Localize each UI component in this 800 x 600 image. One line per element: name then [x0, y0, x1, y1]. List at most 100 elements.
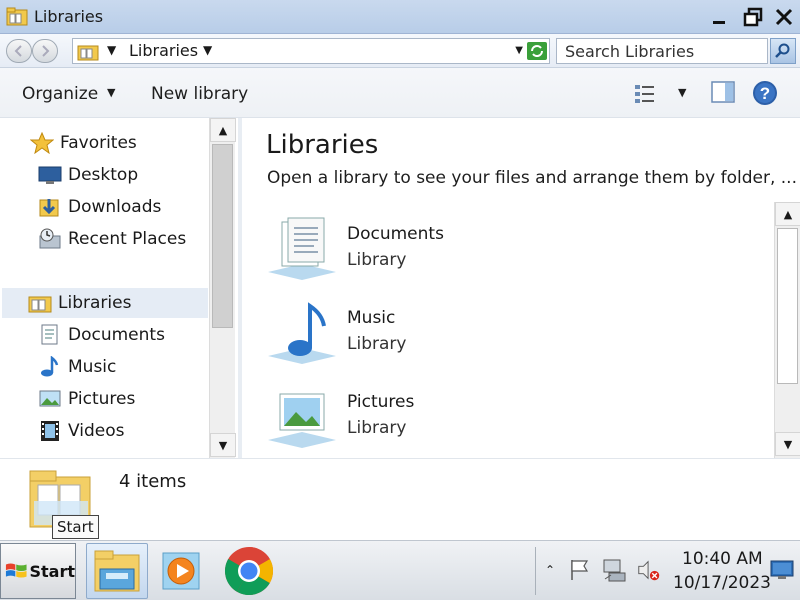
history-dropdown-icon[interactable]: ▼ [515, 45, 523, 56]
nav-item-desktop[interactable]: Desktop [38, 160, 138, 190]
page-title: Libraries [266, 130, 379, 160]
start-button[interactable]: Start [0, 543, 76, 599]
library-name: Documents [347, 224, 444, 244]
navigation-pane: Favorites Desktop Downloads Recent Place… [0, 118, 238, 458]
recent-places-icon [39, 228, 61, 249]
item-count: 4 items [119, 471, 187, 492]
nav-item-downloads[interactable]: Downloads [38, 192, 161, 222]
forward-button[interactable] [32, 39, 58, 63]
videos-icon [41, 421, 59, 441]
scroll-up-button[interactable]: ▲ [775, 202, 800, 226]
nav-favorites-label: Favorites [60, 133, 137, 153]
nav-item-label: Music [68, 357, 117, 377]
scroll-down-button[interactable]: ▼ [210, 433, 236, 457]
address-field[interactable]: ▼ Libraries ▼ ▼ [72, 38, 550, 64]
show-hidden-icons-icon[interactable]: ⌃ [537, 557, 563, 583]
nav-item-label: Documents [68, 325, 165, 345]
refresh-icon[interactable] [527, 42, 547, 60]
command-bar: Organize ▼ New library ▼ ? [0, 68, 800, 118]
search-input[interactable]: Search Libraries [556, 38, 768, 64]
favorites-star-icon [30, 132, 54, 154]
nav-item-recent-places[interactable]: Recent Places [38, 224, 186, 254]
scrollbar-thumb[interactable] [212, 144, 233, 328]
start-tooltip: Start [52, 515, 99, 539]
pictures-library-icon [268, 393, 336, 448]
nav-item-label: Pictures [68, 389, 136, 409]
library-type: Library [347, 334, 407, 354]
clock-time[interactable]: 10:40 AM [682, 549, 763, 569]
restore-button[interactable] [737, 3, 769, 30]
library-item-documents[interactable]: Documents Library [264, 216, 764, 296]
libraries-folder-icon [6, 7, 28, 26]
restore-icon [743, 7, 763, 26]
nav-libraries[interactable]: Libraries [2, 288, 208, 318]
library-name: Music [347, 308, 396, 328]
nav-item-label: Videos [68, 421, 125, 441]
libraries-folder-icon [28, 296, 52, 313]
change-view-icon[interactable] [633, 82, 657, 104]
close-button[interactable] [768, 3, 800, 30]
close-icon [775, 8, 793, 25]
scroll-down-button[interactable]: ▼ [775, 432, 800, 456]
taskbar-app-chrome[interactable] [218, 543, 280, 599]
start-label: Start [29, 561, 75, 581]
pictures-icon [39, 390, 61, 407]
nav-item-label: Recent Places [68, 229, 187, 249]
windows-explorer-icon [94, 550, 140, 592]
libraries-folder-icon [77, 45, 99, 61]
tray-separator [535, 547, 536, 595]
desktop-icon [38, 166, 62, 184]
chevron-down-icon[interactable]: ▼ [107, 43, 116, 57]
nav-scrollbar[interactable]: ▲ ▼ [209, 118, 236, 458]
chrome-icon [224, 547, 274, 596]
help-icon[interactable]: ? [752, 80, 778, 106]
search-button[interactable] [770, 38, 796, 64]
svg-text:?: ? [760, 84, 770, 103]
forward-arrow-icon [42, 45, 50, 57]
nav-item-music[interactable]: Music [38, 352, 116, 382]
minimize-icon [713, 20, 725, 24]
preview-pane-icon[interactable] [711, 81, 735, 103]
media-player-icon [162, 552, 200, 590]
documents-icon [41, 324, 58, 345]
new-library-button[interactable]: New library [151, 84, 248, 104]
organize-button[interactable]: Organize [22, 84, 98, 104]
breadcrumb-libraries[interactable]: Libraries [129, 41, 198, 60]
clock-date[interactable]: 10/17/2023 [673, 573, 771, 593]
action-center-flag-icon[interactable] [566, 557, 592, 583]
nav-libraries-label: Libraries [58, 293, 132, 313]
page-subtitle: Open a library to see your files and arr… [267, 168, 797, 188]
network-icon[interactable] [601, 557, 627, 583]
show-desktop-icon[interactable] [770, 559, 794, 581]
taskbar-app-media-player[interactable] [150, 543, 212, 599]
window-title: Libraries [34, 7, 104, 26]
minimize-button[interactable] [703, 3, 735, 30]
back-arrow-icon [14, 45, 22, 57]
volume-muted-icon[interactable] [636, 557, 662, 583]
taskbar-app-explorer[interactable] [86, 543, 148, 599]
library-type: Library [347, 250, 407, 270]
library-item-music[interactable]: Music Library [264, 300, 764, 380]
nav-favorites[interactable]: Favorites [30, 128, 137, 158]
details-pane: 4 items [0, 458, 800, 540]
organize-dropdown-icon[interactable]: ▼ [107, 86, 115, 99]
views-dropdown-icon[interactable]: ▼ [678, 86, 686, 99]
library-item-pictures[interactable]: Pictures Library [264, 384, 764, 464]
address-bar: ▼ Libraries ▼ ▼ Search Libraries [0, 34, 800, 68]
nav-item-label: Downloads [68, 197, 162, 217]
title-bar[interactable]: Libraries [0, 0, 800, 34]
music-icon [41, 356, 59, 377]
nav-item-pictures[interactable]: Pictures [38, 384, 135, 414]
nav-item-label: Desktop [68, 165, 139, 185]
library-name: Pictures [347, 392, 415, 412]
nav-item-documents[interactable]: Documents [38, 320, 165, 350]
library-type: Library [347, 418, 407, 438]
taskbar: Start ⌃ 10:40 AM 10/17/2023 [0, 540, 800, 600]
back-button[interactable] [6, 39, 32, 63]
content-scrollbar[interactable]: ▲ ▼ [774, 202, 800, 458]
scroll-up-button[interactable]: ▲ [210, 118, 236, 142]
nav-item-videos[interactable]: Videos [38, 416, 125, 446]
search-icon [775, 43, 790, 58]
breadcrumb-dropdown-icon[interactable]: ▼ [203, 43, 212, 57]
scrollbar-thumb[interactable] [777, 228, 798, 384]
